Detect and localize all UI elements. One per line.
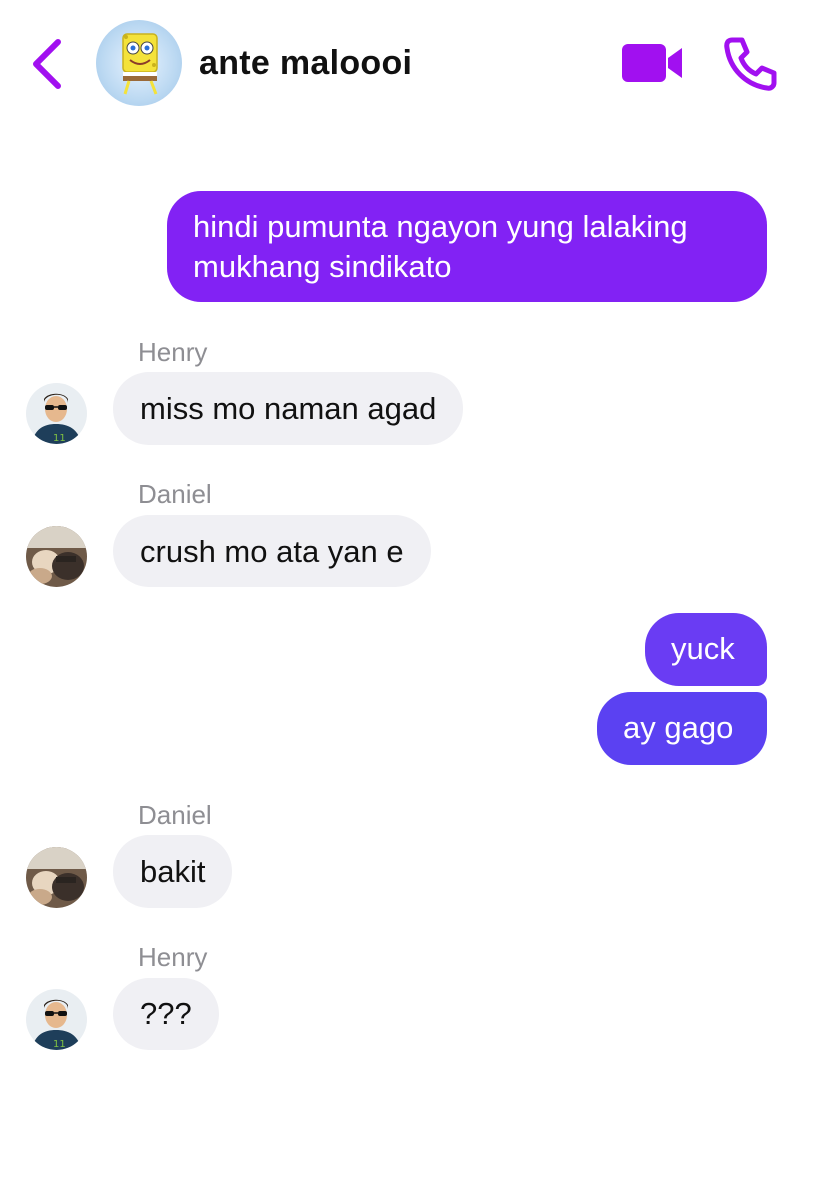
- message-text: ???: [140, 996, 192, 1031]
- group-avatar[interactable]: [96, 20, 182, 106]
- henry-avatar-icon: 11: [26, 989, 87, 1050]
- avatar-henry[interactable]: 11: [26, 383, 87, 444]
- avatar-daniel[interactable]: [26, 526, 87, 587]
- message-text: crush mo ata yan e: [140, 534, 404, 569]
- avatar-daniel[interactable]: [26, 847, 87, 908]
- henry-avatar-icon: 11: [26, 383, 87, 444]
- message-text: yuck: [671, 631, 735, 666]
- svg-text:11: 11: [53, 1039, 66, 1050]
- chat-title[interactable]: ante maloooi: [199, 44, 412, 83]
- outgoing-message-bubble[interactable]: yuck: [645, 613, 767, 686]
- message-text-line: hindi pumunta ngayon yung lalaking: [193, 209, 688, 244]
- message-text: miss mo naman agad: [140, 391, 437, 426]
- video-camera-icon[interactable]: [622, 40, 684, 86]
- back-chevron-icon[interactable]: [28, 36, 68, 92]
- svg-text:11: 11: [53, 433, 66, 444]
- message-text: ay gago: [623, 710, 734, 745]
- message-text: bakit: [140, 854, 206, 889]
- daniel-avatar-icon: [26, 847, 87, 908]
- daniel-avatar-icon: [26, 526, 87, 587]
- message-text-line: mukhang sindikato: [193, 249, 452, 284]
- incoming-message-bubble[interactable]: bakit: [113, 835, 233, 908]
- sender-name: Daniel: [138, 800, 212, 830]
- sender-name: Daniel: [138, 479, 212, 509]
- sender-name: Henry: [138, 337, 208, 367]
- phone-icon[interactable]: [722, 36, 778, 92]
- avatar-henry[interactable]: 11: [26, 989, 87, 1050]
- incoming-message-bubble[interactable]: ???: [113, 978, 219, 1050]
- chat-header: ante maloooi: [0, 0, 819, 130]
- outgoing-message-bubble[interactable]: hindi pumunta ngayon yung lalaking mukha…: [167, 191, 767, 302]
- outgoing-message-bubble[interactable]: ay gago: [597, 692, 767, 765]
- incoming-message-bubble[interactable]: miss mo naman agad: [113, 372, 464, 445]
- incoming-message-bubble[interactable]: crush mo ata yan e: [113, 515, 431, 587]
- sender-name: Henry: [138, 942, 208, 972]
- sponge-character-icon: [122, 33, 158, 95]
